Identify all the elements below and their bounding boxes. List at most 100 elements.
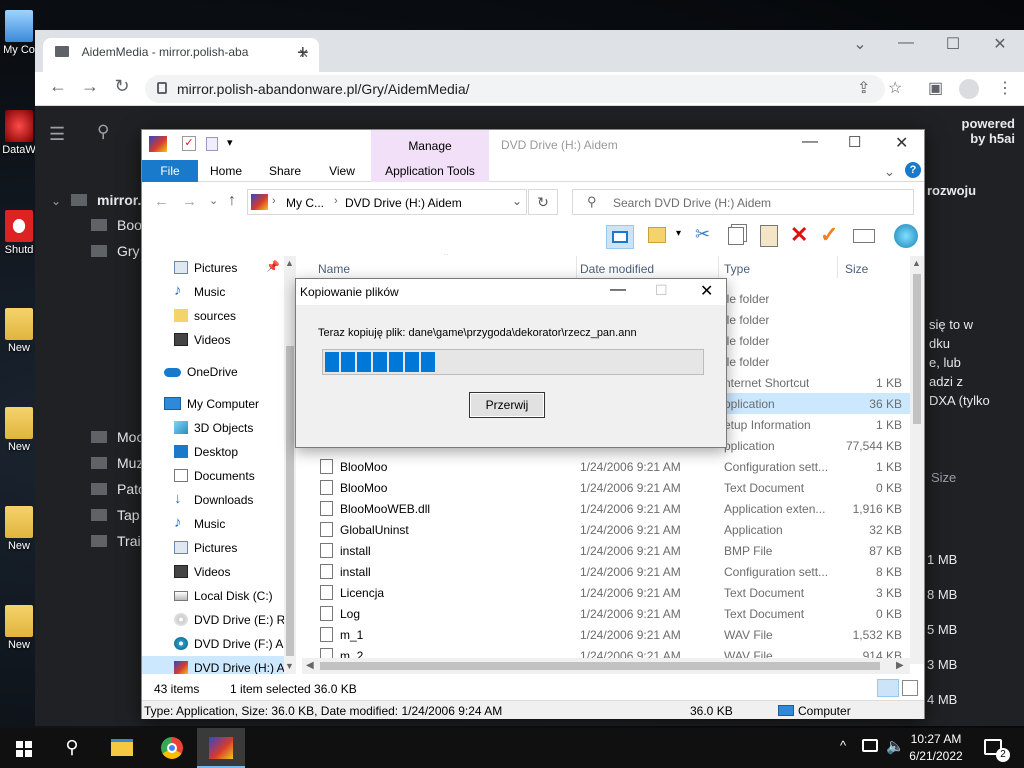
table-row[interactable]: Licencja 1/24/2006 9:21 AM Text Document 3 … [302,582,910,603]
up-button[interactable]: ↑ [228,192,236,210]
details-view-button[interactable] [877,679,899,697]
breadcrumb-item[interactable]: My C... [286,196,324,210]
nav-item-videos-2[interactable]: Videos [142,560,296,584]
minimize-button[interactable]: — [802,133,818,151]
start-button[interactable] [0,728,48,768]
table-row[interactable]: m_1 1/24/2006 9:21 AM WAV File 1,532 KB [302,624,910,645]
taskbar-file-explorer[interactable] [98,728,146,768]
quick-access-dropdown-icon[interactable]: ▾ [227,136,233,149]
nav-item-desktop[interactable]: Desktop [142,440,296,464]
tree-item[interactable]: Tap [117,507,140,523]
chevron-down-icon[interactable]: ▾ [676,228,681,239]
recent-locations-chevron-icon[interactable]: ⌄ [209,194,218,207]
back-button[interactable]: ← [154,193,169,210]
network-icon[interactable] [862,739,878,752]
nav-item-music[interactable]: ♪ Music [142,280,296,304]
manage-contextual-tab[interactable]: Manage [371,130,489,160]
shell-icon[interactable] [894,224,918,248]
tree-item[interactable]: Boo [117,217,142,233]
close-window-button[interactable]: ✕ [985,34,1015,54]
desktop-icon-new-3[interactable]: New [2,506,36,552]
column-header-date[interactable]: Date modified [580,262,654,276]
share-icon[interactable]: ⇪ [857,78,870,98]
chrome-tab[interactable]: AidemMedia - mirror.polish-aba ✕ [43,38,319,72]
taskbar-chrome[interactable] [148,728,196,768]
nav-item-pictures[interactable]: Pictures 📌 [142,256,296,280]
scroll-up-icon[interactable]: ▲ [912,258,921,268]
nav-item-my-computer[interactable]: My Computer [142,392,296,416]
checkmark-icon[interactable]: ✓ [820,222,838,248]
profile-avatar[interactable] [959,79,979,99]
new-tab-button[interactable]: + [297,42,309,65]
bookmark-star-icon[interactable]: ☆ [888,78,902,98]
rename-icon[interactable] [853,229,875,243]
nav-item-downloads[interactable]: ↓ Downloads [142,488,296,512]
new-folder-icon[interactable] [648,227,666,243]
list-scrollbar[interactable]: ▲ [910,256,924,664]
tree-item[interactable]: Trai [117,533,141,549]
table-row[interactable]: BlooMoo 1/24/2006 9:21 AM Configuration se… [302,456,910,477]
table-row[interactable]: install 1/24/2006 9:21 AM BMP File 87 KB [302,540,910,561]
desktop-icon-new-2[interactable]: New [2,407,36,453]
chevron-down-icon[interactable]: ⌄ [512,194,522,208]
table-row[interactable]: BlooMoo 1/24/2006 9:21 AM Text Document 0 K… [302,477,910,498]
desktop-icon-my-computer[interactable]: My Co [2,10,36,56]
maximize-button[interactable]: ☐ [848,133,861,151]
desktop-icon-shutdown[interactable]: Shutd [2,210,36,256]
tab-home[interactable]: Home [198,160,254,182]
tree-item[interactable]: Muz [117,455,143,471]
preview-pane-icon[interactable] [606,225,634,249]
scrollbar-thumb[interactable] [913,274,921,424]
desktop-icon-new-4[interactable]: New [2,605,36,651]
desktop-icon-new-1[interactable]: New [2,308,36,354]
chevron-up-icon[interactable]: ^ [840,738,846,753]
nav-item-onedrive[interactable]: OneDrive [142,360,296,384]
list-horizontal-scrollbar[interactable]: ◀ ▶ [302,658,910,674]
nav-item-dvd-e[interactable]: DVD Drive (E:) RE [142,608,296,632]
close-window-button[interactable]: ✕ [895,133,908,153]
search-icon[interactable]: ⚲ [48,728,96,768]
chevron-down-icon[interactable]: ⌄ [845,34,875,54]
nav-item-sources[interactable]: sources [142,304,296,328]
tab-share[interactable]: Share [257,160,313,182]
delete-icon[interactable]: ✕ [790,222,808,248]
minimize-button[interactable]: — [891,34,921,52]
help-icon[interactable]: ? [905,162,921,178]
hamburger-icon[interactable]: ☰ [49,124,65,145]
breadcrumb[interactable]: › My C... › DVD Drive (H:) Aidem ⌄ [247,189,527,215]
copy-icon[interactable] [728,227,744,245]
search-icon[interactable]: ⚲ [97,122,109,142]
close-dialog-button[interactable]: ✕ [700,281,713,301]
nav-item-local-disk[interactable]: Local Disk (C:) [142,584,296,608]
column-header-size[interactable]: Size [845,262,868,276]
reload-button[interactable]: ↻ [109,76,135,97]
address-bar[interactable]: mirror.polish-abandonware.pl/Gry/AidemMe… [145,75,885,103]
nav-item-music-2[interactable]: ♪ Music [142,512,296,536]
taskbar-aidem-app[interactable] [197,728,245,768]
scroll-up-icon[interactable]: ▲ [285,258,294,268]
nav-item-dvd-h[interactable]: DVD Drive (H:) A [142,656,296,674]
column-header-name[interactable]: Name [318,262,350,276]
nav-item-dvd-f[interactable]: DVD Drive (F:) Ai [142,632,296,656]
minimize-button[interactable]: — [610,281,626,299]
scroll-down-icon[interactable]: ▼ [285,661,294,671]
side-panel-icon[interactable]: ▣ [928,78,943,98]
refresh-button[interactable]: ↻ [528,189,558,215]
tab-file[interactable]: File [142,160,198,182]
nav-item-videos[interactable]: Videos [142,328,296,352]
pin-icon[interactable]: 📌 [266,260,280,273]
volume-icon[interactable]: 🔈 [886,737,905,755]
chevron-down-icon[interactable]: ⌄ [51,194,61,208]
breadcrumb-item[interactable]: DVD Drive (H:) Aidem [345,196,462,210]
scroll-right-icon[interactable]: ▶ [896,660,904,671]
clock[interactable]: 10:27 AM 6/21/2022 [905,732,967,763]
search-input[interactable]: ⚲ Search DVD Drive (H:) Aidem [572,189,914,215]
nav-item-pictures-2[interactable]: Pictures [142,536,296,560]
cut-icon[interactable]: ✂ [695,224,710,245]
paste-icon[interactable] [760,225,778,247]
menu-kebab-icon[interactable]: ⋮ [997,78,1013,98]
properties-icon[interactable]: ✓ [182,136,196,151]
scroll-left-icon[interactable]: ◀ [306,660,314,671]
forward-button[interactable]: → [182,193,197,210]
nav-item-documents[interactable]: Documents [142,464,296,488]
